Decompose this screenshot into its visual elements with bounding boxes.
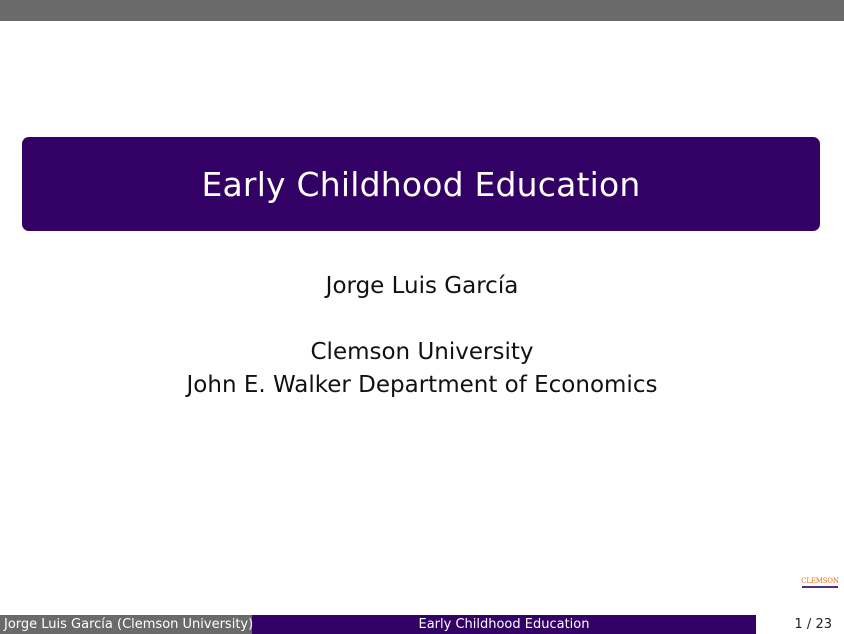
logo-text: CLEMSON (801, 577, 839, 585)
author-name: Jorge Luis García (325, 273, 519, 299)
institute-department: John E. Walker Department of Economics (186, 372, 658, 398)
slide-title: Early Childhood Education (201, 164, 641, 204)
footer-title: Early Childhood Education (252, 615, 756, 634)
footer: Jorge Luis García (Clemson University) E… (0, 615, 844, 634)
institute: Clemson University John E. Walker Depart… (0, 336, 844, 402)
footer-author: Jorge Luis García (Clemson University) (0, 615, 253, 634)
title-box: Early Childhood Education (22, 137, 820, 231)
header-bar (0, 0, 844, 21)
page-number: 1 / 23 (756, 615, 844, 634)
logo-rule (802, 586, 838, 588)
institute-university: Clemson University (310, 339, 534, 365)
clemson-logo-icon: CLEMSON (801, 577, 839, 591)
